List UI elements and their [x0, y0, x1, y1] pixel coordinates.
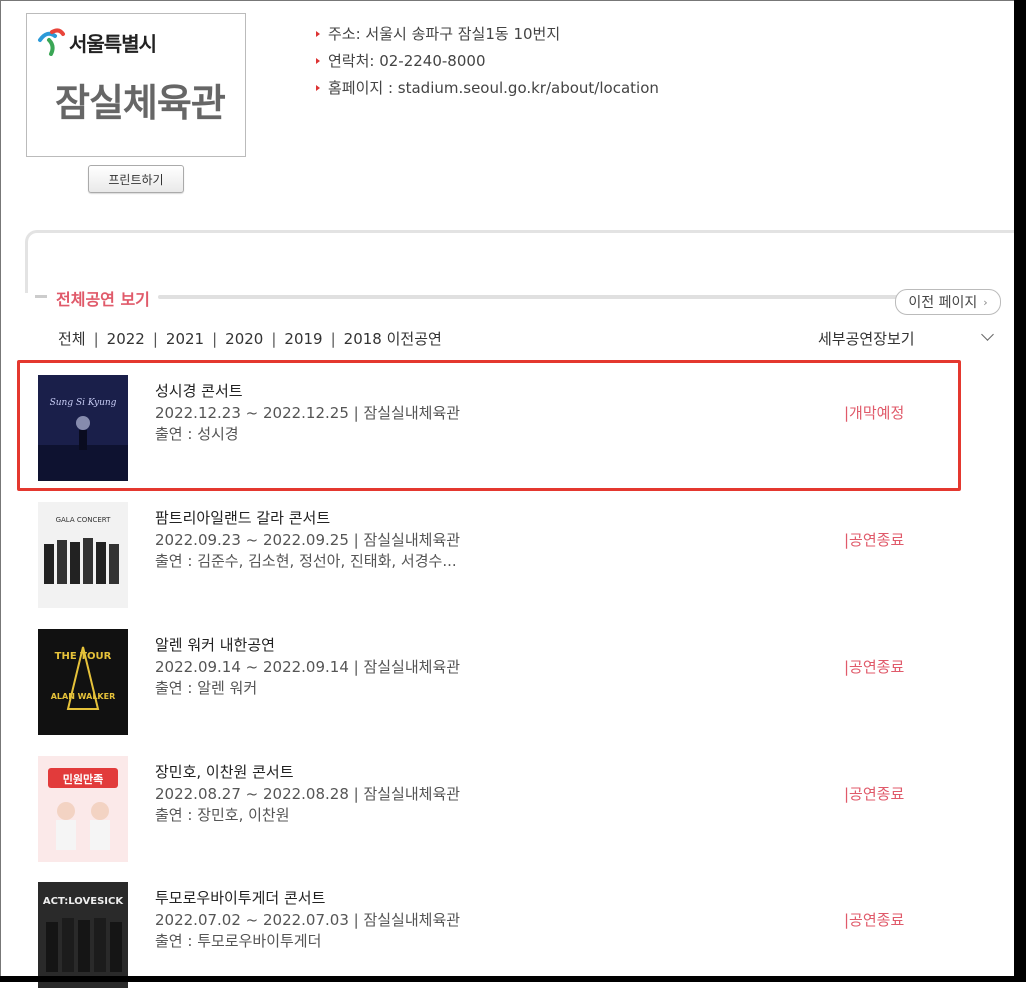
event-status: |공연종료 — [844, 911, 905, 929]
event-item[interactable]: 민원만족 장민호, 이찬원 콘서트 2022.08.27 ~ 2022.08.2… — [28, 741, 988, 862]
event-cast: 출연 : 알렌 워커 — [155, 679, 258, 697]
screen-edge-bottom — [0, 976, 1026, 982]
separator: | — [330, 329, 336, 348]
event-poster[interactable]: GALA CONCERT — [38, 502, 128, 608]
event-poster[interactable]: Sung Si Kyung — [38, 375, 128, 481]
logo-venue-name: 잠실체육관 — [55, 81, 226, 125]
event-item[interactable]: THE TOUR ALAN WALKER 알렌 워커 내한공연 2022.09.… — [28, 614, 988, 735]
event-status: |공연종료 — [844, 785, 905, 803]
year-filter: 전체 | 2022 | 2021 | 2020 | 2019 | 2018 이전… — [58, 328, 442, 349]
logo-city-text: 서울특별시 — [69, 32, 157, 56]
event-cast: 출연 : 투모로우바이투게더 — [155, 932, 322, 950]
event-title[interactable]: 알렌 워커 내한공연 — [155, 634, 275, 655]
poster-text: ALAN WALKER — [51, 692, 116, 701]
year-filter-2020[interactable]: 2020 — [225, 330, 263, 348]
poster-text: ACT:LOVESICK — [43, 896, 124, 907]
event-cast: 출연 : 장민호, 이찬원 — [155, 806, 290, 824]
venue-info-list: 주소: 서울시 송파구 잠실1동 10번지 연락처: 02-2240-8000 … — [312, 20, 659, 101]
section-panel — [25, 230, 1026, 293]
detail-venue-select-label: 세부공연장보기 — [818, 330, 915, 348]
event-status: |개막예정 — [844, 404, 905, 422]
prev-page-button[interactable]: 이전 페이지 › — [895, 289, 1001, 315]
seoul-logo-icon — [38, 28, 65, 56]
info-homepage-text[interactable]: 홈페이지 : stadium.seoul.go.kr/about/locatio… — [328, 77, 659, 98]
info-address: 주소: 서울시 송파구 잠실1동 10번지 — [312, 20, 659, 47]
screen-edge-right — [1014, 0, 1026, 982]
event-title[interactable]: 장민호, 이찬원 콘서트 — [155, 761, 294, 782]
info-phone: 연락처: 02-2240-8000 — [312, 47, 659, 74]
year-filter-all[interactable]: 전체 — [58, 328, 86, 349]
year-filter-2021[interactable]: 2021 — [166, 330, 204, 348]
section-title: 전체공연 보기 — [56, 290, 150, 309]
separator: | — [93, 329, 99, 348]
poster-text: GALA CONCERT — [56, 516, 112, 524]
event-item[interactable]: ACT:LOVESICK 투모로우바이투게더 콘서트 2022.07.02 ~ … — [28, 867, 988, 988]
event-date-venue: 2022.09.14 ~ 2022.09.14 | 잠실실내체육관 — [155, 658, 461, 676]
year-filter-2018-before[interactable]: 2018 이전공연 — [344, 328, 442, 349]
chevron-right-icon: › — [983, 295, 988, 309]
svg-text:THE TOUR: THE TOUR — [55, 651, 112, 662]
venue-logo: 서울특별시 잠실체육관 — [26, 13, 246, 157]
event-cast: 출연 : 김준수, 김소현, 정선아, 진태화, 서경수... — [155, 552, 457, 570]
event-title[interactable]: 성시경 콘서트 — [155, 380, 243, 401]
event-item[interactable]: Sung Si Kyung 성시경 콘서트 2022.12.23 ~ 2022.… — [17, 360, 988, 491]
event-status: |공연종료 — [844, 531, 905, 549]
separator: | — [271, 329, 277, 348]
event-date-venue: 2022.09.23 ~ 2022.09.25 | 잠실실내체육관 — [155, 531, 461, 549]
chevron-down-icon — [981, 328, 994, 341]
info-homepage[interactable]: 홈페이지 : stadium.seoul.go.kr/about/locatio… — [312, 74, 659, 101]
section-divider — [158, 295, 898, 299]
section-dash — [35, 295, 47, 298]
year-filter-2019[interactable]: 2019 — [284, 330, 322, 348]
event-date-venue: 2022.07.02 ~ 2022.07.03 | 잠실실내체육관 — [155, 911, 461, 929]
bullet-icon — [316, 30, 320, 37]
detail-venue-select[interactable]: 세부공연장보기 — [818, 328, 998, 349]
event-date-venue: 2022.12.23 ~ 2022.12.25 | 잠실실내체육관 — [155, 404, 461, 422]
event-title[interactable]: 팜트리아일랜드 갈라 콘서트 — [155, 507, 330, 528]
info-address-text: 주소: 서울시 송파구 잠실1동 10번지 — [328, 25, 561, 43]
bullet-icon — [316, 84, 320, 91]
poster-text: 민원만족 — [63, 772, 103, 786]
poster-text: Sung Si Kyung — [50, 398, 117, 408]
bullet-icon — [316, 57, 320, 64]
event-item[interactable]: GALA CONCERT 팜트리아일랜드 갈라 콘서트 2022.09.23 ~… — [28, 487, 988, 608]
event-title[interactable]: 투모로우바이투게더 콘서트 — [155, 887, 325, 908]
event-poster[interactable]: THE TOUR ALAN WALKER — [38, 629, 128, 735]
event-poster[interactable]: ACT:LOVESICK — [38, 882, 128, 988]
event-poster[interactable]: 민원만족 — [38, 756, 128, 862]
year-filter-2022[interactable]: 2022 — [107, 330, 145, 348]
event-date-venue: 2022.08.27 ~ 2022.08.28 | 잠실실내체육관 — [155, 785, 461, 803]
info-phone-text: 연락처: 02-2240-8000 — [328, 52, 486, 70]
event-cast: 출연 : 성시경 — [155, 425, 239, 443]
prev-page-label: 이전 페이지 — [908, 295, 978, 311]
event-status: |공연종료 — [844, 658, 905, 676]
separator: | — [152, 329, 158, 348]
separator: | — [212, 329, 218, 348]
print-button[interactable]: 프린트하기 — [88, 165, 184, 193]
